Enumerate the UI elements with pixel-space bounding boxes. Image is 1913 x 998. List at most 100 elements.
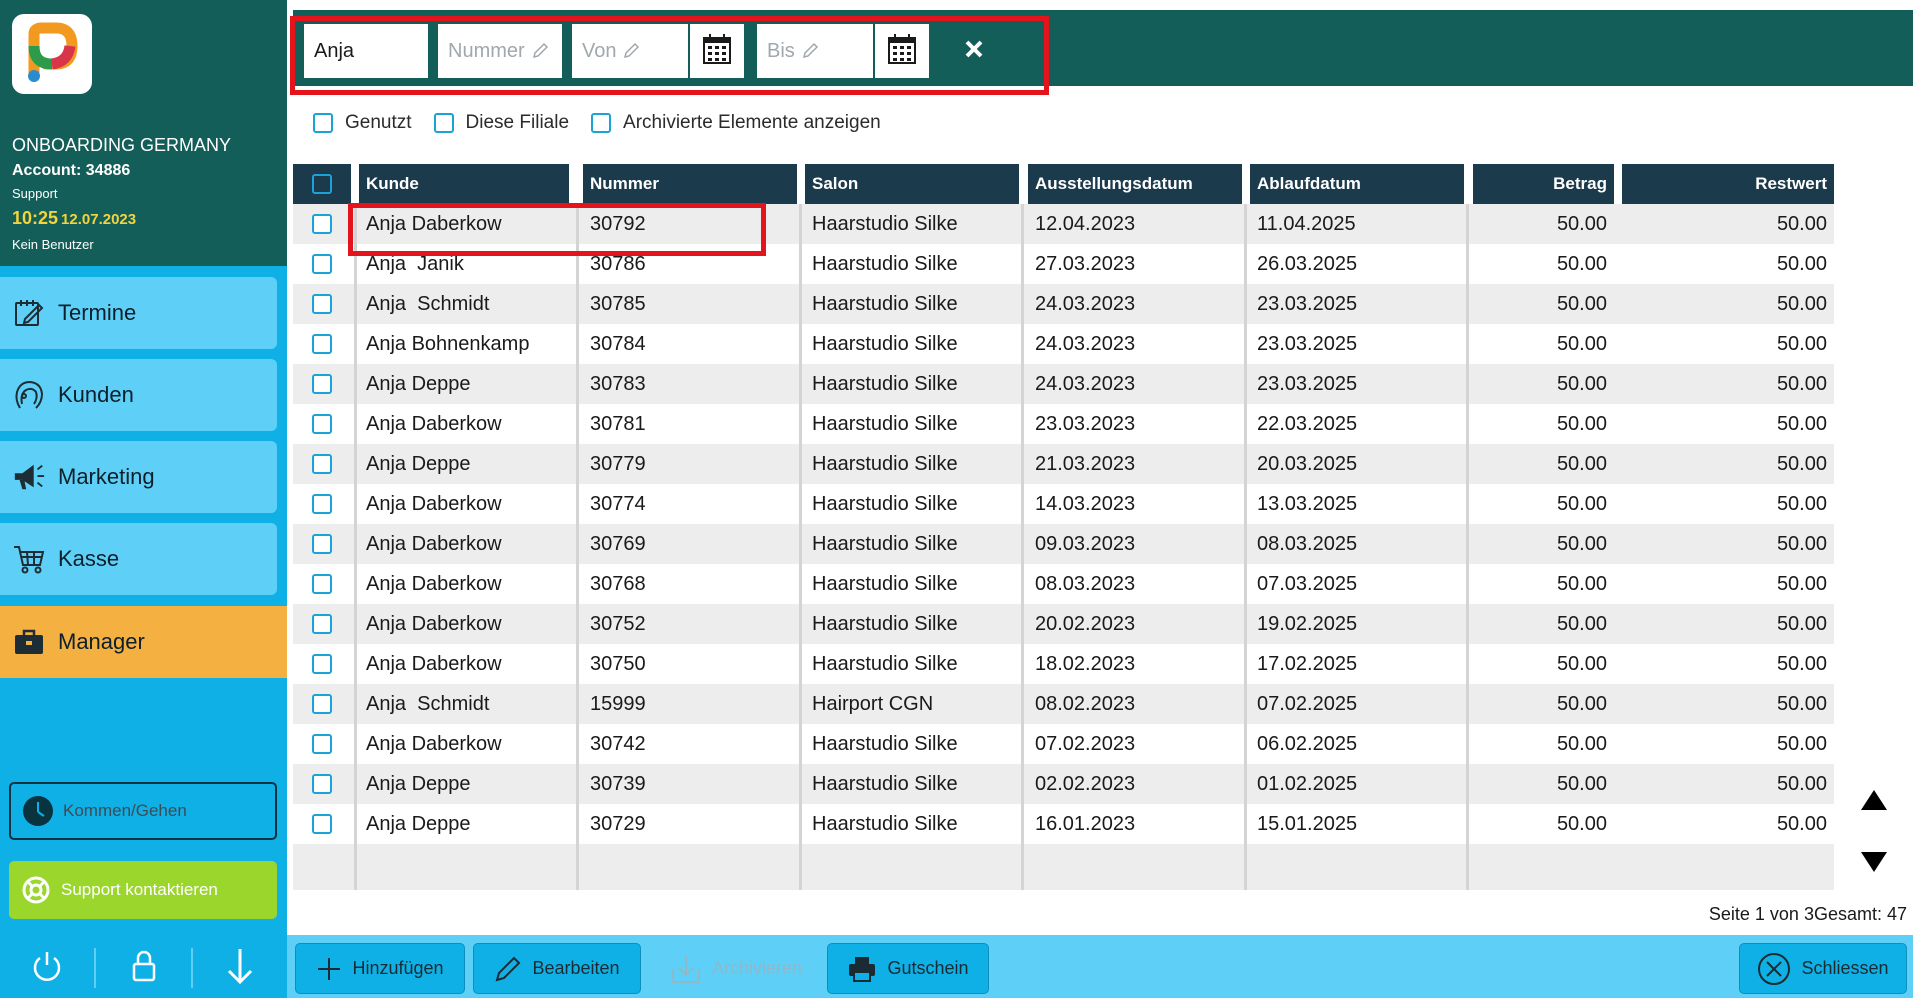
column-header-ablaufdatum[interactable]: Ablaufdatum bbox=[1250, 164, 1464, 204]
bis-date-filter[interactable]: Bis bbox=[757, 24, 873, 78]
row-checkbox[interactable] bbox=[293, 644, 351, 684]
column-header-restwert[interactable]: Restwert bbox=[1622, 164, 1834, 204]
table-row[interactable]: Anja Daberkow 30769 Haarstudio Silke 09.03.… bbox=[293, 524, 1834, 564]
column-header-ausstellungsdatum[interactable]: Ausstellungsdatum bbox=[1028, 164, 1242, 204]
checkbox-box bbox=[312, 174, 332, 194]
table-row[interactable]: Anja Schmidt 15999 Hairport CGN 08.02.2023 0… bbox=[293, 684, 1834, 724]
cell-betrag: 50.00 bbox=[1556, 692, 1607, 715]
voucher-table: Kunde Nummer Salon Ausstellungsdatum Abl… bbox=[293, 164, 1834, 890]
cell-ausstellungsdatum: 08.03.2023 bbox=[1035, 572, 1136, 595]
bis-calendar-button[interactable] bbox=[873, 24, 929, 78]
scroll-up-button[interactable] bbox=[1858, 786, 1890, 818]
support-button[interactable]: Support kontaktieren bbox=[9, 861, 277, 919]
column-header-nummer[interactable]: Nummer bbox=[583, 164, 797, 204]
von-date-filter[interactable]: Von bbox=[572, 24, 688, 78]
clock: 10:25 12.07.2023 bbox=[12, 208, 136, 229]
row-checkbox[interactable] bbox=[293, 284, 351, 324]
download-button[interactable] bbox=[193, 938, 287, 998]
cell-kunde: Anja Schmidt bbox=[366, 292, 490, 315]
cell-betrag: 50.00 bbox=[1556, 212, 1607, 235]
cell-salon: Haarstudio Silke bbox=[812, 372, 958, 395]
column-header-salon[interactable]: Salon bbox=[805, 164, 1019, 204]
row-checkbox[interactable] bbox=[293, 564, 351, 604]
row-checkbox[interactable] bbox=[293, 684, 351, 724]
row-checkbox[interactable] bbox=[293, 524, 351, 564]
lock-button[interactable] bbox=[96, 938, 190, 998]
clear-filter-button[interactable] bbox=[944, 24, 1004, 78]
support-label: Support kontaktieren bbox=[61, 880, 218, 899]
checkbox-box bbox=[313, 113, 333, 133]
diese-filiale-checkbox[interactable]: Diese Filiale bbox=[433, 112, 569, 134]
column-header-betrag[interactable]: Betrag bbox=[1473, 164, 1614, 204]
row-checkbox[interactable] bbox=[293, 404, 351, 444]
cell-kunde: Anja Schmidt bbox=[366, 692, 490, 715]
cell-kunde: Anja Daberkow bbox=[366, 612, 502, 635]
row-checkbox[interactable] bbox=[293, 764, 351, 804]
table-row[interactable]: Anja Deppe 30779 Haarstudio Silke 21.03.202… bbox=[293, 444, 1834, 484]
voucher-button[interactable]: Gutschein bbox=[827, 943, 989, 994]
lock-icon bbox=[130, 949, 158, 988]
cell-ausstellungsdatum: 16.01.2023 bbox=[1035, 812, 1136, 835]
column-header-kunde[interactable]: Kunde bbox=[359, 164, 569, 204]
close-button[interactable]: Schliessen bbox=[1739, 943, 1907, 994]
cell-kunde: Anja Daberkow bbox=[366, 732, 502, 755]
table-row[interactable]: Anja Daberkow 30781 Haarstudio Silke 23.03.… bbox=[293, 404, 1834, 444]
table-row[interactable]: Anja Deppe 30783 Haarstudio Silke 24.03.202… bbox=[293, 364, 1834, 404]
genutzt-checkbox[interactable]: Genutzt bbox=[313, 112, 412, 134]
row-checkbox[interactable] bbox=[293, 804, 351, 844]
kommen-gehen-button[interactable]: Kommen/Gehen bbox=[9, 782, 277, 840]
nav-item-kasse[interactable]: Kasse bbox=[0, 523, 277, 595]
row-checkbox[interactable] bbox=[293, 324, 351, 364]
row-checkbox[interactable] bbox=[293, 444, 351, 484]
edit-button[interactable]: Bearbeiten bbox=[473, 943, 641, 994]
table-row[interactable]: Anja Daberkow 30742 Haarstudio Silke 07.02.… bbox=[293, 724, 1834, 764]
row-checkbox[interactable] bbox=[293, 364, 351, 404]
table-row[interactable]: Anja Daberkow 30752 Haarstudio Silke 20.02.… bbox=[293, 604, 1834, 644]
cell-ablaufdatum: 20.03.2025 bbox=[1257, 452, 1358, 475]
column-divider bbox=[1021, 204, 1024, 890]
cell-betrag: 50.00 bbox=[1556, 732, 1607, 755]
table-row[interactable]: Anja Deppe 30729 Haarstudio Silke 16.01.202… bbox=[293, 804, 1834, 844]
add-button[interactable]: Hinzufügen bbox=[295, 943, 465, 994]
scroll-down-button[interactable] bbox=[1858, 848, 1890, 880]
customer-name-filter[interactable]: Anja bbox=[304, 24, 428, 78]
checkbox-box bbox=[312, 774, 332, 794]
cell-nummer: 30779 bbox=[590, 452, 646, 475]
row-checkbox[interactable] bbox=[293, 204, 351, 244]
table-row[interactable]: Anja Deppe 30739 Haarstudio Silke 02.02.202… bbox=[293, 764, 1834, 804]
cell-ausstellungsdatum: 07.02.2023 bbox=[1035, 732, 1136, 755]
lifebuoy-icon bbox=[19, 873, 53, 907]
cell-kunde: Anja Deppe bbox=[366, 372, 471, 395]
archiviert-checkbox[interactable]: Archivierte Elemente anzeigen bbox=[591, 112, 881, 134]
table-row[interactable]: Anja Daberkow 30792 Haarstudio Silke 12.04.… bbox=[293, 204, 1834, 244]
row-checkbox[interactable] bbox=[293, 604, 351, 644]
table-row[interactable]: Anja Daberkow 30774 Haarstudio Silke 14.03.… bbox=[293, 484, 1834, 524]
cell-salon: Hairport CGN bbox=[812, 692, 934, 715]
cell-kunde: Anja Daberkow bbox=[366, 532, 502, 555]
table-row[interactable]: Anja Daberkow 30750 Haarstudio Silke 18.02.… bbox=[293, 644, 1834, 684]
select-all-checkbox[interactable] bbox=[293, 164, 351, 204]
row-checkbox[interactable] bbox=[293, 244, 351, 284]
nummer-filter[interactable]: Nummer bbox=[438, 24, 562, 78]
cell-salon: Haarstudio Silke bbox=[812, 612, 958, 635]
cell-ausstellungsdatum: 24.03.2023 bbox=[1035, 372, 1136, 395]
table-row[interactable]: Anja Bohnenkamp 30784 Haarstudio Silke 24.0… bbox=[293, 324, 1834, 364]
row-checkbox[interactable] bbox=[293, 484, 351, 524]
customer-name-value: Anja bbox=[314, 39, 355, 62]
cell-ablaufdatum: 23.03.2025 bbox=[1257, 332, 1358, 355]
table-row[interactable]: Anja Janik 30786 Haarstudio Silke 27.03.202… bbox=[293, 244, 1834, 284]
cell-nummer: 30750 bbox=[590, 652, 646, 675]
nav-item-termine[interactable]: Termine bbox=[0, 277, 277, 349]
power-button[interactable] bbox=[0, 938, 94, 998]
table-row[interactable]: Anja Daberkow 30768 Haarstudio Silke 08.03.… bbox=[293, 564, 1834, 604]
cell-kunde: Anja Daberkow bbox=[366, 492, 502, 515]
cell-salon: Haarstudio Silke bbox=[812, 252, 958, 275]
nav-item-manager[interactable]: Manager bbox=[0, 606, 287, 678]
row-checkbox[interactable] bbox=[293, 724, 351, 764]
cell-nummer: 30785 bbox=[590, 292, 646, 315]
nav-item-kunden[interactable]: Kunden bbox=[0, 359, 277, 431]
table-row[interactable]: Anja Schmidt 30785 Haarstudio Silke 24.03.2… bbox=[293, 284, 1834, 324]
von-calendar-button[interactable] bbox=[688, 24, 744, 78]
archive-button[interactable]: Archivieren bbox=[651, 943, 821, 994]
nav-item-marketing[interactable]: Marketing bbox=[0, 441, 277, 513]
